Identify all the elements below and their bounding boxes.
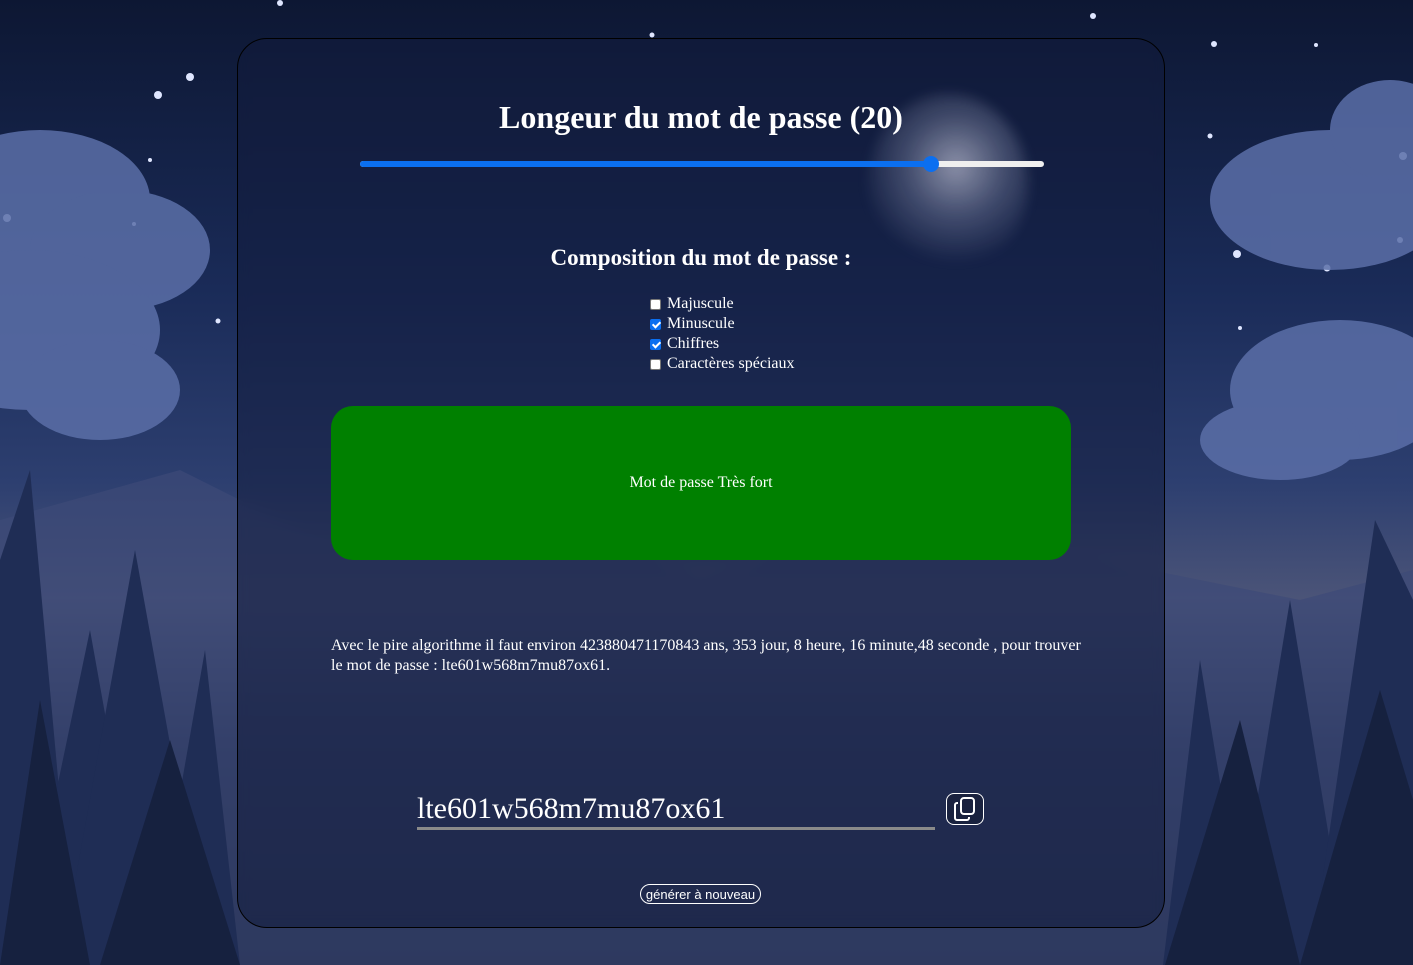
length-title: Longeur du mot de passe (20) [499,99,903,135]
uppercase-checkbox[interactable] [650,298,661,310]
strength-indicator: Mot de passe Très fort [331,406,1071,560]
composition-options: Majuscule Minuscule Chiffres Caractères … [650,294,794,374]
special-chars-label: Caractères spéciaux [667,355,795,372]
length-slider[interactable] [360,156,1044,172]
slider-fill [360,161,932,167]
copy-icon [954,797,975,821]
digits-label: Chiffres [667,335,720,352]
option-lowercase[interactable]: Minuscule [650,314,794,334]
lowercase-label: Minuscule [667,315,735,332]
digits-checkbox[interactable] [650,338,661,350]
composition-title: Composition du mot de passe : [550,245,852,270]
copy-button[interactable] [946,793,984,825]
strength-label: Mot de passe Très fort [629,474,773,491]
lowercase-checkbox[interactable] [650,318,661,330]
password-generator-panel: Longeur du mot de passe (20) Composition… [237,38,1165,928]
password-output-field[interactable]: lte601w568m7mu87ox61 [417,791,935,830]
option-uppercase[interactable]: Majuscule [650,294,794,314]
slider-thumb[interactable] [923,156,940,172]
option-digits[interactable]: Chiffres [650,334,794,354]
crack-time-text: Avec le pire algorithme il faut environ … [331,637,1081,674]
special-chars-checkbox[interactable] [650,358,661,370]
uppercase-label: Majuscule [667,295,734,312]
regenerate-button[interactable]: générer à nouveau [640,884,761,904]
option-special-chars[interactable]: Caractères spéciaux [650,354,794,374]
